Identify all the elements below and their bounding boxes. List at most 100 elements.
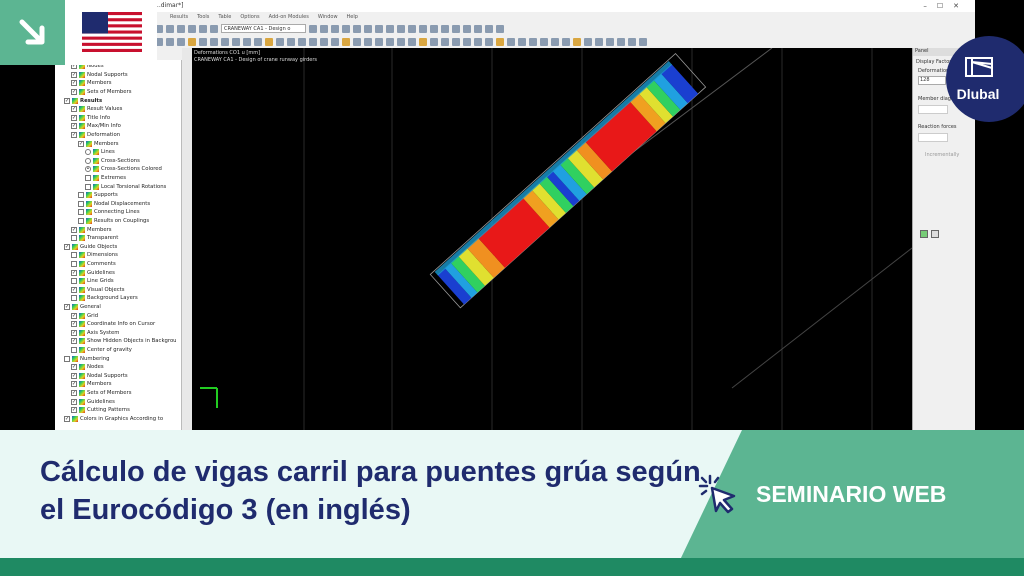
checkbox[interactable]: ✓ [71, 80, 77, 87]
toolbar-icon[interactable] [507, 37, 515, 46]
member-diagrams-input[interactable] [918, 105, 948, 114]
toolbar-icon[interactable] [364, 24, 372, 33]
toolbar-icon[interactable] [177, 24, 185, 33]
checkbox[interactable] [64, 355, 70, 362]
navigator-item[interactable]: Supports [78, 191, 118, 200]
checkbox[interactable]: ✓ [71, 372, 77, 379]
toolbar-icon[interactable] [210, 24, 218, 33]
checkbox[interactable]: ✓ [71, 381, 77, 388]
checkbox[interactable] [85, 175, 91, 182]
checkbox[interactable]: ✓ [71, 71, 77, 78]
checkbox[interactable]: ✓ [71, 398, 77, 405]
checkbox[interactable]: ✓ [64, 304, 70, 311]
toolbar-icon[interactable] [474, 37, 482, 46]
toolbar-icon[interactable] [463, 37, 471, 46]
toolbar-icon[interactable] [617, 37, 625, 46]
navigator-item[interactable]: Results on Couplings [78, 217, 149, 226]
toolbar-icon[interactable] [331, 24, 339, 33]
menu-item[interactable]: Table [218, 14, 231, 20]
toolbar-icon[interactable] [419, 24, 427, 33]
toolbar-icon[interactable] [375, 37, 383, 46]
navigator-item[interactable]: ✓ Nodal Supports [71, 71, 128, 80]
toolbar-icon[interactable] [199, 37, 207, 46]
menu-item[interactable]: Help [347, 14, 358, 20]
navigator-item[interactable]: ✓ Visual Objects [71, 286, 125, 295]
toolbar-icon[interactable] [364, 37, 372, 46]
navigator-item[interactable]: ✓ Show Hidden Objects in Backgrou [71, 337, 177, 346]
checkbox[interactable] [71, 295, 77, 302]
checkbox[interactable] [78, 209, 84, 216]
info-icon[interactable] [931, 230, 939, 238]
menu-item[interactable]: Options [240, 14, 259, 20]
checkbox[interactable]: ✓ [64, 243, 70, 250]
toolbar-icon[interactable] [463, 24, 471, 33]
checkbox[interactable]: ✓ [64, 97, 70, 104]
checkbox[interactable]: ✓ [64, 415, 70, 422]
toolbar-icon[interactable] [265, 37, 273, 46]
menu-item[interactable]: Tools [197, 14, 209, 20]
deformation-factor-input[interactable]: 128 [918, 76, 946, 85]
checkbox[interactable]: ✓ [71, 114, 77, 121]
toolbar-icon[interactable] [408, 24, 416, 33]
checkbox[interactable]: ✓ [71, 226, 77, 233]
checkbox[interactable]: ✓ [71, 390, 77, 397]
checkbox[interactable]: ✓ [71, 89, 77, 96]
toolbar-icon[interactable] [375, 24, 383, 33]
navigator-item[interactable]: ✓ Members [78, 139, 119, 148]
navigator-item[interactable]: Cross-Sections [85, 157, 140, 166]
window-controls[interactable]: –☐✕ [923, 0, 969, 12]
navigator-item[interactable]: ✓ Nodal Supports [71, 372, 128, 381]
checkbox[interactable] [71, 278, 77, 285]
toolbar-icon[interactable] [452, 37, 460, 46]
graphics-viewport[interactable]: Deformations CO1 u [mm] CRANEWAY CA1 - De… [192, 47, 913, 430]
toolbar-icon[interactable] [529, 37, 537, 46]
check-icon[interactable] [920, 230, 928, 238]
toolbar-icon[interactable] [243, 37, 251, 46]
toolbar-icon[interactable] [320, 37, 328, 46]
radio-button[interactable] [85, 157, 91, 164]
navigator-item[interactable]: Lines [85, 148, 115, 157]
checkbox[interactable]: ✓ [78, 140, 84, 147]
toolbar-icon[interactable] [166, 37, 174, 46]
navigator-item[interactable]: Extremes [85, 174, 126, 183]
toolbar-icon[interactable] [342, 37, 350, 46]
loadcase-select[interactable]: CRANEWAY CA1 - Design o [221, 24, 306, 33]
toolbar-icon[interactable] [540, 37, 548, 46]
menu-item[interactable]: Add-on Modules [269, 14, 309, 20]
checkbox[interactable]: ✓ [71, 329, 77, 336]
navigator-item[interactable]: Local Torsional Rotations [85, 182, 166, 191]
toolbar-icon[interactable] [298, 37, 306, 46]
checkbox[interactable]: ✓ [71, 123, 77, 130]
toolbar-icon[interactable] [408, 37, 416, 46]
toolbar-icon[interactable] [397, 24, 405, 33]
toolbar-icon[interactable] [276, 37, 284, 46]
navigator-item[interactable]: ✓ Results [64, 96, 102, 105]
toolbar-icon[interactable] [199, 24, 207, 33]
checkbox[interactable] [71, 261, 77, 268]
toolbar-icon[interactable] [595, 37, 603, 46]
menu-item[interactable]: Window [318, 14, 338, 20]
toolbar-icon[interactable] [342, 24, 350, 33]
toolbar-icon[interactable] [232, 37, 240, 46]
checkbox[interactable] [78, 192, 84, 199]
menu-item[interactable]: Results [170, 14, 188, 20]
toolbar-icon[interactable] [397, 37, 405, 46]
checkbox[interactable]: ✓ [71, 286, 77, 293]
navigator-item[interactable]: ✓ Colors in Graphics According to [64, 415, 163, 424]
radio-button[interactable]: • [85, 166, 91, 173]
toolbar-icon[interactable] [573, 37, 581, 46]
navigator-item[interactable]: ✓ Sets of Members [71, 389, 131, 398]
navigator-item[interactable]: ✓ Guidelines [71, 397, 115, 406]
navigator-item[interactable]: ✓ Coordinate Info on Cursor [71, 320, 155, 329]
toolbar-icon[interactable] [188, 24, 196, 33]
checkbox[interactable]: ✓ [71, 338, 77, 345]
toolbar-icon[interactable] [177, 37, 185, 46]
toolbar-icon[interactable] [309, 37, 317, 46]
toolbar-icon[interactable] [353, 37, 361, 46]
toolbar-icon[interactable] [287, 37, 295, 46]
toolbar-icon[interactable] [518, 37, 526, 46]
navigator-item[interactable]: Center of gravity [71, 346, 132, 355]
navigator-item[interactable]: ✓ Grid [71, 311, 98, 320]
checkbox[interactable]: ✓ [71, 407, 77, 414]
navigator-item[interactable]: ✓ Max/Min Info [71, 122, 121, 131]
